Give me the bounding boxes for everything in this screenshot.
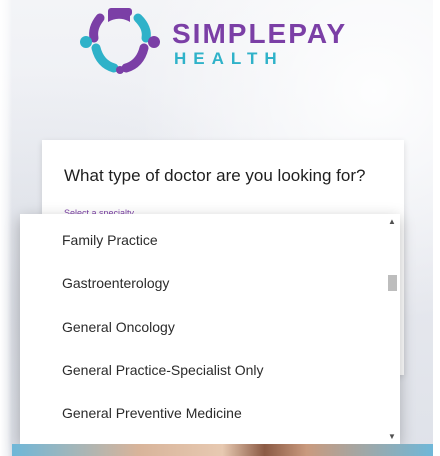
- logo-cross-icon: [80, 8, 160, 74]
- option-family-practice[interactable]: Family Practice: [20, 219, 384, 262]
- option-general-preventive-medicine[interactable]: General Preventive Medicine: [20, 392, 384, 435]
- page-edge-right: [433, 0, 440, 456]
- scroll-thumb[interactable]: [388, 275, 397, 291]
- scroll-up-arrow-icon[interactable]: ▲: [387, 217, 397, 227]
- dropdown-scrollbar[interactable]: ▲ ▼: [384, 214, 400, 444]
- brand-logo: SIMPLEPAY HEALTH: [78, 8, 378, 74]
- brand-name-bottom: HEALTH: [174, 49, 284, 68]
- option-general-oncology[interactable]: General Oncology: [20, 306, 384, 349]
- brand-name-top: SIMPLEPAY: [172, 18, 348, 49]
- specialty-dropdown-list[interactable]: Family Practice Gastroenterology General…: [20, 214, 400, 444]
- option-gastroenterology[interactable]: Gastroenterology: [20, 262, 384, 305]
- option-general-practice-specialist-only[interactable]: General Practice-Specialist Only: [20, 349, 384, 392]
- background-photo-strip: [12, 444, 433, 456]
- card-title: What type of doctor are you looking for?: [64, 166, 366, 185]
- page-edge: [0, 0, 12, 456]
- scroll-down-arrow-icon[interactable]: ▼: [387, 432, 397, 442]
